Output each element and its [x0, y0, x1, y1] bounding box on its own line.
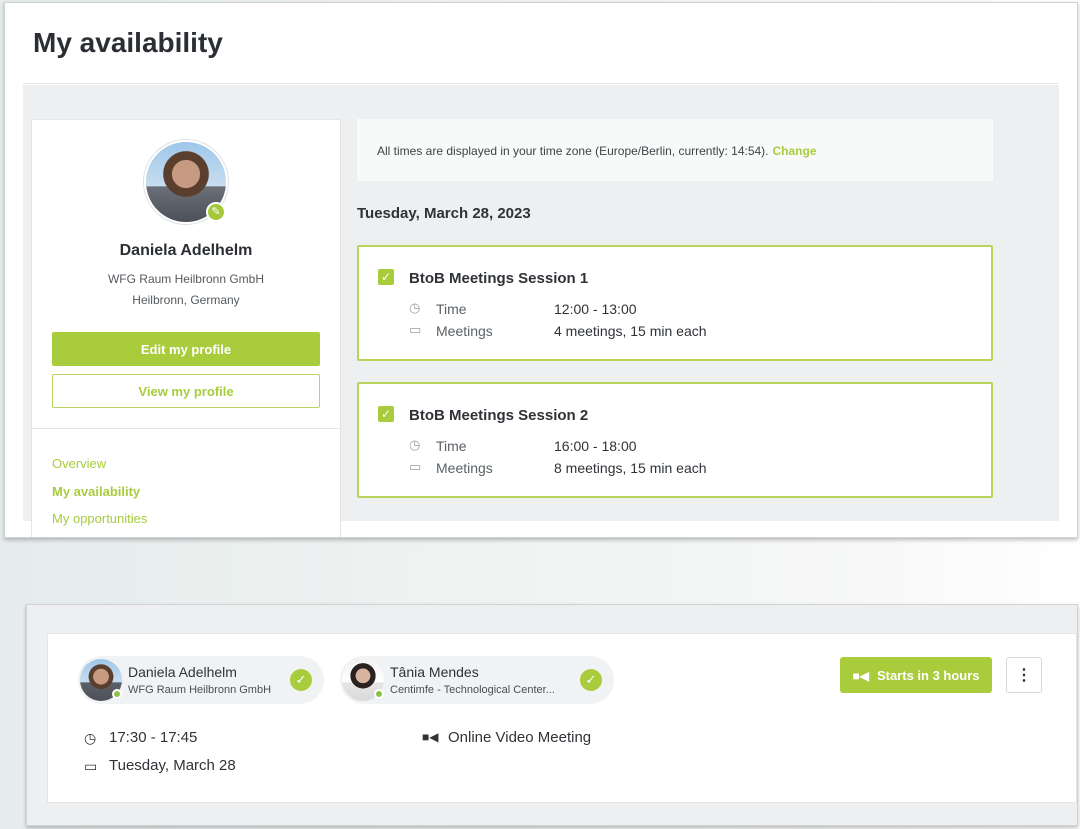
online-status-icon — [112, 689, 122, 699]
video-camera-icon: ■◀ — [852, 668, 869, 683]
profile-company: WFG Raum Heilbronn GmbH — [107, 272, 265, 286]
session-card[interactable]: ✓ BtoB Meetings Session 2 ◷ Time 16:00 -… — [357, 382, 993, 498]
session-time: 16:00 - 18:00 — [554, 438, 637, 454]
more-vertical-icon: ⋮ — [1016, 667, 1032, 684]
calendar-icon: ▭ — [409, 322, 422, 337]
participant-org: Centimfe - Technological Center... — [390, 684, 555, 696]
timezone-notice: All times are displayed in your time zon… — [357, 119, 993, 181]
calendar-icon: ▭ — [84, 758, 98, 774]
meeting-time: 17:30 - 17:45 — [109, 729, 198, 746]
starts-in-button[interactable]: ■◀ Starts in 3 hours — [840, 657, 992, 693]
nav-my-availability[interactable]: My availability — [52, 484, 140, 499]
session-time: 12:00 - 13:00 — [554, 301, 637, 317]
participant-chip[interactable]: Daniela Adelhelm WFG Raum Heilbronn GmbH… — [78, 656, 324, 704]
session-meetings: 4 meetings, 15 min each — [554, 323, 707, 339]
participant-name: Daniela Adelhelm — [128, 664, 237, 680]
starts-label: Starts in 3 hours — [876, 667, 980, 683]
meeting-window: Daniela Adelhelm WFG Raum Heilbronn GmbH… — [26, 604, 1078, 826]
session-meetings-label: Meetings — [436, 460, 493, 476]
page-title: My availability — [33, 27, 223, 58]
participant-chip[interactable]: Tânia Mendes Centimfe - Technological Ce… — [340, 656, 614, 704]
timezone-text: All times are displayed in your time zon… — [377, 144, 769, 158]
session-title: BtoB Meetings Session 1 — [409, 270, 589, 287]
nav-overview[interactable]: Overview — [52, 456, 106, 471]
check-icon: ✓ — [290, 669, 312, 691]
clock-icon: ◷ — [409, 437, 421, 452]
participant-name: Tânia Mendes — [390, 664, 479, 680]
meeting-card: Daniela Adelhelm WFG Raum Heilbronn GmbH… — [47, 633, 1077, 803]
session-time-label: Time — [436, 301, 467, 317]
meeting-type: Online Video Meeting — [448, 729, 592, 746]
profile-card: ✎ Daniela Adelhelm WFG Raum Heilbronn Gm… — [31, 119, 341, 537]
more-options-button[interactable]: ⋮ — [1006, 657, 1042, 693]
session-title: BtoB Meetings Session 2 — [409, 407, 589, 424]
availability-window: My availability ✎ Daniela Adelhelm WFG R… — [4, 2, 1078, 538]
change-timezone-link[interactable]: Change — [773, 144, 817, 158]
nav-my-opportunities[interactable]: My opportunities — [52, 511, 147, 526]
calendar-icon: ▭ — [409, 459, 422, 474]
profile-name: Daniela Adelhelm — [119, 242, 253, 259]
session-card[interactable]: ✓ BtoB Meetings Session 1 ◷ Time 12:00 -… — [357, 245, 993, 361]
profile-location: Heilbronn, Germany — [132, 293, 240, 307]
session-meetings: 8 meetings, 15 min each — [554, 460, 707, 476]
title-divider — [23, 83, 1059, 84]
session-meetings-label: Meetings — [436, 323, 493, 339]
card-divider — [32, 428, 340, 429]
video-camera-icon: ■◀ — [422, 730, 439, 744]
check-icon[interactable]: ✓ — [378, 406, 394, 422]
participant-org: WFG Raum Heilbronn GmbH — [128, 684, 272, 696]
online-status-icon — [374, 689, 384, 699]
edit-icon[interactable]: ✎ — [206, 202, 226, 222]
date-heading: Tuesday, March 28, 2023 — [357, 205, 531, 222]
clock-icon: ◷ — [84, 730, 97, 746]
check-icon: ✓ — [580, 669, 602, 691]
check-icon[interactable]: ✓ — [378, 269, 394, 285]
view-profile-button[interactable]: View my profile — [52, 374, 320, 408]
edit-profile-button[interactable]: Edit my profile — [52, 332, 320, 366]
session-time-label: Time — [436, 438, 467, 454]
meeting-date: Tuesday, March 28 — [109, 757, 236, 774]
clock-icon: ◷ — [409, 300, 421, 315]
